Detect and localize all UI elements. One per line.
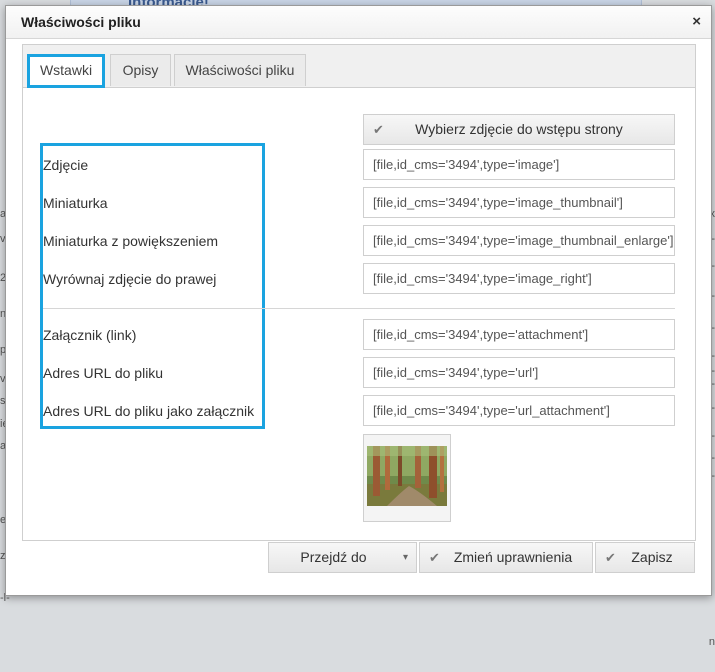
- file-properties-dialog: Właściwości pliku × Wstawki Opisy Właści…: [5, 5, 712, 596]
- row-label-url-attachment: Adres URL do pliku jako załącznik: [43, 403, 255, 419]
- chevron-down-icon: ▾: [402, 552, 408, 563]
- tab-opisy[interactable]: Opisy: [110, 54, 171, 86]
- tab-panel: Wstawki Opisy Właściwości pliku ✔ Wybier…: [22, 44, 696, 541]
- change-permissions-button[interactable]: ✔ Zmień uprawnienia: [419, 542, 593, 573]
- row-label-thumbnail-enlarge: Miniaturka z powiększeniem: [43, 233, 219, 249]
- code-field-url-attachment[interactable]: [363, 395, 675, 426]
- row-label-thumbnail: Miniaturka: [43, 195, 108, 211]
- choose-intro-image-label: Wybierz zdjęcie do wstępu strony: [415, 121, 623, 137]
- row-label-image-right: Wyrównaj zdjęcie do prawej: [43, 271, 217, 287]
- code-field-url[interactable]: [363, 357, 675, 388]
- dialog-title: Właściwości pliku: [21, 14, 141, 30]
- section-divider: [43, 308, 675, 309]
- save-label: Zapisz: [631, 549, 673, 565]
- code-field-thumbnail-enlarge[interactable]: [363, 225, 675, 256]
- choose-intro-image-button[interactable]: ✔ Wybierz zdjęcie do wstępu strony: [363, 114, 675, 145]
- row-label-url: Adres URL do pliku: [43, 365, 164, 381]
- background-right-fragment: n: [708, 636, 715, 648]
- code-field-attachment[interactable]: [363, 319, 675, 350]
- tab-wstawki[interactable]: Wstawki: [27, 54, 105, 88]
- code-field-thumbnail[interactable]: [363, 187, 675, 218]
- row-label-attachment: Załącznik (link): [43, 327, 137, 343]
- change-permissions-label: Zmień uprawnienia: [453, 549, 573, 565]
- row-label-image: Zdjęcie: [43, 157, 89, 173]
- tab-file-properties[interactable]: Właściwości pliku: [174, 54, 306, 86]
- dialog-titlebar: Właściwości pliku ×: [6, 6, 711, 39]
- goto-dropdown-button[interactable]: Przejdź do ▾: [268, 542, 417, 573]
- goto-label: Przejdź do: [300, 549, 367, 565]
- code-field-image-right[interactable]: [363, 263, 675, 294]
- save-button[interactable]: ✔ Zapisz: [595, 542, 695, 573]
- forest-thumbnail-image: [367, 446, 447, 506]
- close-icon[interactable]: ×: [692, 13, 701, 30]
- code-field-image[interactable]: [363, 149, 675, 180]
- image-thumbnail[interactable]: [363, 434, 451, 522]
- tab-bar: Wstawki Opisy Właściwości pliku: [23, 45, 695, 88]
